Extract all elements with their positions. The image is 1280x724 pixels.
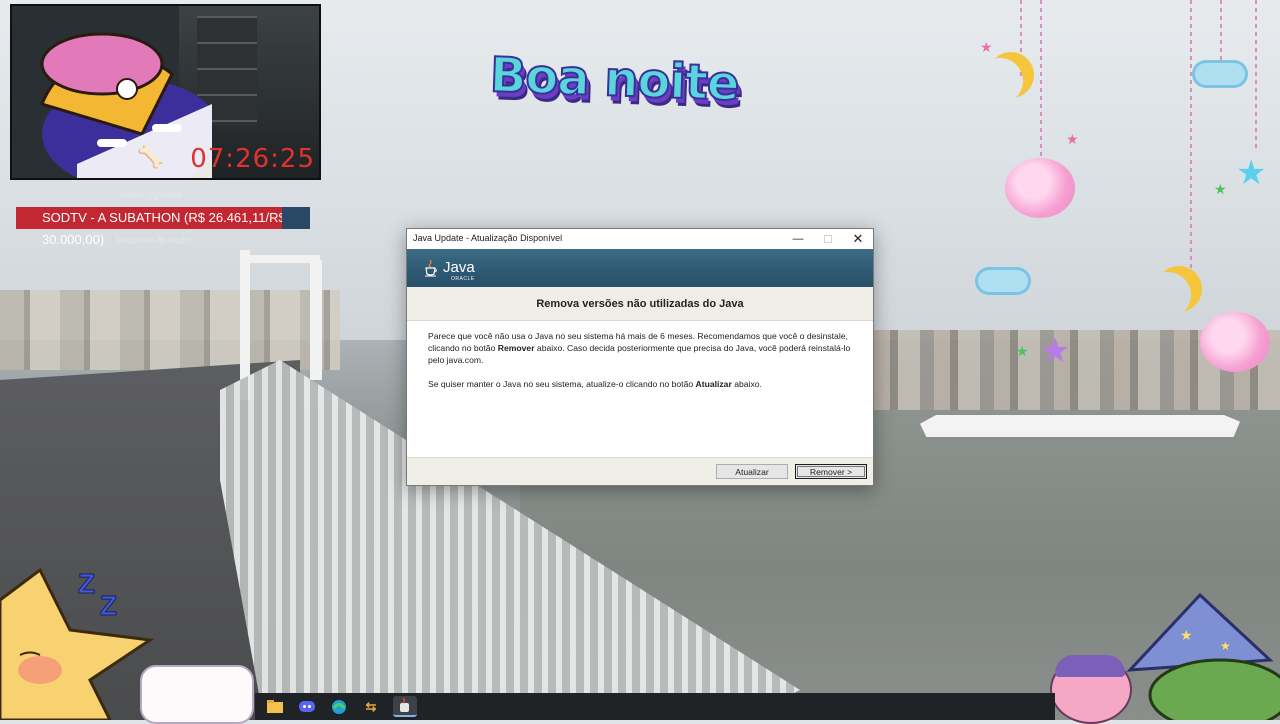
webcam-overlay: 🦴 07:26:25 — [10, 4, 321, 180]
edge-icon[interactable] — [327, 696, 351, 717]
java-update-icon[interactable] — [393, 696, 417, 717]
sleepy-cat-icon — [140, 665, 254, 724]
discord-icon[interactable] — [295, 696, 319, 717]
dialog-paragraph-update: Se quiser manter o Java no seu sistema, … — [428, 378, 858, 390]
dialog-body: Parece que você não usa o Java no seu si… — [428, 330, 858, 402]
star-icon: ★ — [1016, 343, 1029, 359]
java-logo-word: Java — [443, 259, 475, 276]
stream-timer: 07:26:25 — [190, 144, 315, 174]
java-cup-icon — [425, 259, 437, 277]
minimize-icon: — — [792, 233, 804, 245]
java-banner: Java ORACLE — [407, 249, 873, 287]
sleep-zzz-icon: Z — [77, 568, 96, 600]
close-icon: ✕ — [852, 231, 864, 246]
pink-bird-icon — [1200, 312, 1270, 372]
kirby-cap-icon — [1055, 655, 1125, 677]
sleep-zzz-icon: Z — [99, 590, 118, 622]
moon-icon — [988, 52, 1034, 98]
moon-icon — [1156, 266, 1202, 312]
city-buildings-left — [0, 290, 340, 370]
hanging-string — [1040, 0, 1042, 160]
maximize-icon: ☐ — [823, 233, 833, 246]
star-icon: ★ — [980, 39, 993, 55]
river-ship — [920, 415, 1240, 437]
java-logo: Java ORACLE — [421, 253, 491, 285]
app-arrows-icon[interactable]: ⇆ — [359, 696, 383, 717]
dialog-text-bold: Remover — [497, 343, 535, 353]
hanging-string — [1190, 0, 1192, 280]
oracle-logo-text: ORACLE — [451, 276, 475, 282]
hanging-string — [1255, 0, 1257, 150]
greeting-text: Boa noite — [488, 46, 741, 113]
bridge-pylon — [310, 260, 322, 380]
svg-text:★: ★ — [1180, 627, 1193, 643]
wizard-frog-icon: ★ ★ — [1126, 592, 1280, 720]
dialog-text-bold: Atualizar — [695, 379, 732, 389]
svg-text:★: ★ — [1220, 639, 1231, 653]
dialog-text: abaixo. — [731, 379, 762, 389]
overlay-faint-text: livepix.gg/sodtv — [120, 190, 182, 200]
remove-button[interactable]: Remover > — [795, 464, 867, 479]
sleeping-mascot-icon: 🦴 — [39, 32, 212, 178]
star-icon: ★ — [1066, 131, 1079, 147]
star-icon: ★ — [1236, 154, 1267, 192]
subathon-progress-banner: SODTV - A SUBATHON (R$ 26.461,11/R$ 30.0… — [16, 207, 310, 247]
hanging-string — [1220, 0, 1222, 70]
close-button[interactable]: ✕ — [843, 229, 873, 249]
star-icon: ★ — [1214, 181, 1227, 197]
dialog-headline: Remova versões não utilizadas do Java — [536, 298, 744, 310]
minimize-button[interactable]: — — [783, 229, 813, 249]
update-button[interactable]: Atualizar — [716, 464, 788, 479]
windows-explorer-icon[interactable] — [263, 696, 287, 717]
dialog-headline-bar: Remova versões não utilizadas do Java — [407, 287, 873, 321]
java-update-dialog: Java Update - Atualização Disponível — ☐… — [406, 228, 874, 486]
dialog-paragraph-remove: Parece que você não usa o Java no seu si… — [428, 330, 858, 366]
cloud-icon — [1195, 63, 1245, 85]
greeting-sign: Boa noite — [478, 40, 778, 130]
overlay-faint-text: /vaquinha-ffp-sodtv — [115, 235, 192, 245]
star-icon: ★ — [1040, 332, 1071, 370]
dialog-title: Java Update - Atualização Disponível — [413, 233, 563, 243]
dialog-footer: Atualizar Remover > — [407, 457, 873, 485]
dialog-text: Se quiser manter o Java no seu sistema, … — [428, 379, 696, 389]
cloud-icon — [978, 270, 1028, 292]
bridge-pylon-beam — [250, 255, 320, 263]
maximize-button: ☐ — [813, 229, 843, 249]
taskbar: ⇆ — [255, 693, 1055, 720]
dialog-titlebar[interactable]: Java Update - Atualização Disponível — ☐… — [407, 229, 873, 249]
svg-text:🦴: 🦴 — [137, 143, 164, 170]
pink-bird-icon — [1005, 158, 1075, 218]
